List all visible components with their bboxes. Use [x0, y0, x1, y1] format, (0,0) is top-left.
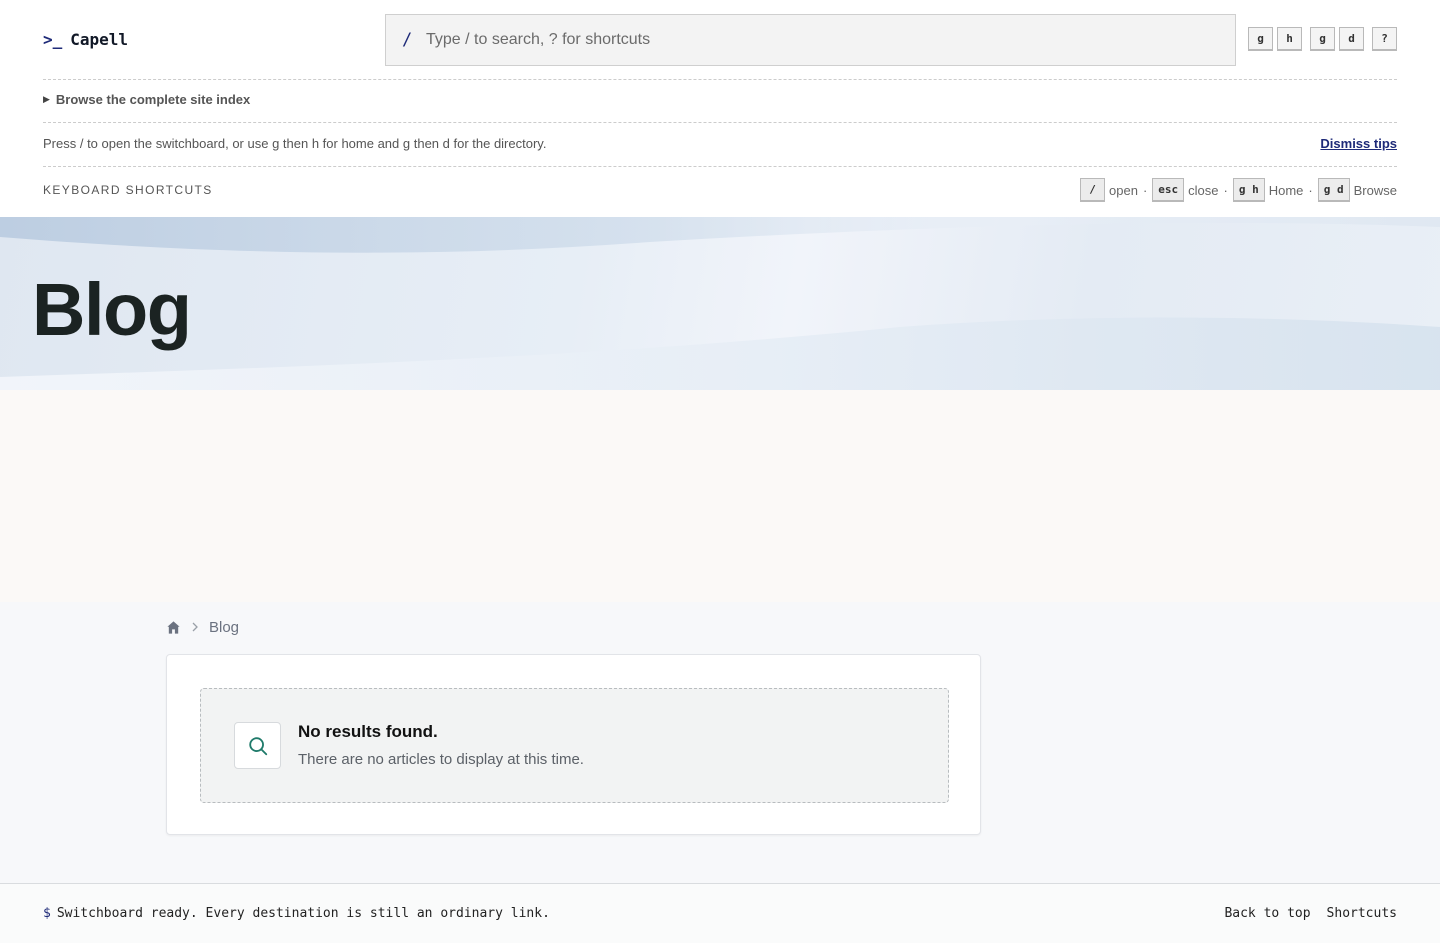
key-g-d: g d: [1317, 178, 1350, 202]
home-icon: [167, 621, 180, 634]
hero-wave-background: [0, 217, 1440, 390]
keyboard-shortcuts-bar: KEYBOARD SHORTCUTS / open · esc close · …: [43, 177, 1397, 203]
page-hero: Blog: [0, 217, 1440, 390]
keyboard-shortcuts-title: KEYBOARD SHORTCUTS: [43, 183, 213, 197]
status-text: Switchboard ready. Every destination is …: [56, 906, 550, 921]
shortcut-legend: / open · esc close · g h Home · g d Brow…: [1080, 178, 1397, 202]
top-bar: >_ Capell / g h g d ?: [43, 14, 1397, 66]
shortcut-label: Home: [1268, 182, 1304, 198]
back-to-top-link[interactable]: Back to top: [1224, 906, 1310, 921]
empty-state-icon-box: [234, 722, 281, 769]
shortcut-help[interactable]: ?: [1372, 27, 1397, 51]
brand-name: Capell: [70, 30, 129, 49]
site-footer: $ Switchboard ready. Every destination is…: [0, 883, 1440, 943]
footer-links: Back to top Shortcuts: [1224, 906, 1397, 921]
key-g[interactable]: g: [1310, 27, 1335, 51]
site-index-toggle[interactable]: ▶ Browse the complete site index: [43, 92, 250, 107]
brand-logo-link[interactable]: >_ Capell: [43, 30, 128, 49]
key-h[interactable]: h: [1277, 27, 1302, 51]
brand-prompt: >_: [43, 30, 63, 49]
separator: ·: [1142, 182, 1148, 198]
empty-state-description: There are no articles to display at this…: [298, 751, 584, 768]
hero-spacer-band: [0, 390, 1440, 602]
search-icon: [248, 736, 267, 755]
separator: ·: [1223, 182, 1228, 198]
search-box[interactable]: /: [385, 14, 1236, 66]
key-question[interactable]: ?: [1372, 27, 1397, 51]
separator: ·: [1308, 182, 1313, 198]
shortcuts-link[interactable]: Shortcuts: [1327, 906, 1397, 921]
breadcrumb-current: Blog: [209, 619, 240, 636]
site-index-label: Browse the complete site index: [55, 92, 251, 107]
empty-state-title: No results found.: [298, 722, 438, 741]
dismiss-tips-link[interactable]: Dismiss tips: [1320, 136, 1397, 151]
key-esc: esc: [1152, 178, 1185, 202]
switchboard-status: $ Switchboard ready. Every destination is…: [43, 906, 550, 921]
key-g-h: g h: [1232, 178, 1265, 202]
shortcut-go-directory[interactable]: g d: [1310, 27, 1364, 51]
terminal-prompt: $: [43, 906, 51, 921]
empty-state: No results found. There are no articles …: [200, 688, 949, 803]
search-input[interactable]: [426, 31, 1186, 49]
articles-card: No results found. There are no articles …: [166, 654, 981, 835]
breadcrumb: Blog: [166, 619, 239, 636]
key-d[interactable]: d: [1339, 27, 1364, 51]
tips-bar: Press / to open the switchboard, or use …: [43, 136, 1397, 151]
page-title: Blog: [32, 268, 192, 351]
tips-text: Press / to open the switchboard, or use …: [43, 136, 547, 151]
shortcut-label: Browse: [1353, 182, 1397, 198]
chevron-right-icon: [191, 620, 199, 635]
header-shortcut-keys: g h g d ?: [1248, 27, 1397, 51]
divider: [43, 79, 1397, 80]
search-slash-icon: /: [402, 30, 413, 50]
shortcut-label: open: [1109, 182, 1138, 198]
divider: [43, 166, 1397, 167]
disclosure-triangle-icon: ▶: [43, 94, 50, 104]
shortcut-label: close: [1188, 182, 1219, 198]
shortcut-go-home[interactable]: g h: [1248, 27, 1302, 51]
breadcrumb-home-link[interactable]: [166, 620, 181, 635]
divider: [43, 122, 1397, 123]
key-g[interactable]: g: [1248, 27, 1273, 51]
key-slash: /: [1080, 178, 1106, 202]
